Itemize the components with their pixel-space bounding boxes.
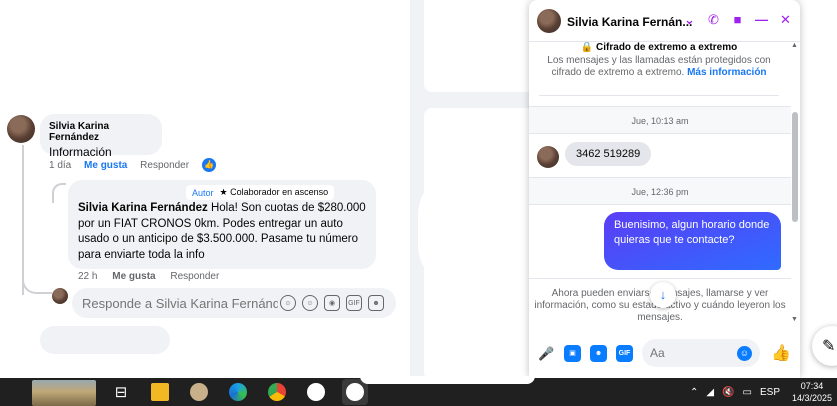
camera-icon[interactable]: ◉ xyxy=(324,295,340,311)
collaborator-badge: ★ Colaborador en ascenso xyxy=(220,187,329,198)
close-icon[interactable]: ✕ xyxy=(777,11,794,28)
message-input-box[interactable]: ☺ xyxy=(642,339,760,367)
comment-bubble: Silvia Karina Fernández Información xyxy=(40,114,162,159)
collaborator-label: Colaborador en ascenso xyxy=(230,187,329,197)
system-tray: ⌃ ◢ 🔇 ▭ ESP xyxy=(690,378,780,406)
video-call-icon[interactable]: ■ xyxy=(729,11,746,28)
gif-icon[interactable]: GIF xyxy=(346,295,362,311)
chat-window: Silvia Karina Fernán... ⌄ ✆ ■ — ✕ 🔒 Cifr… xyxy=(529,0,800,378)
timestamp-divider: Jue, 10:13 am xyxy=(529,106,791,134)
reply-author[interactable]: Silvia Karina Fernández xyxy=(78,202,208,214)
language-indicator[interactable]: ESP xyxy=(760,387,780,398)
clock-date: 14/3/2025 xyxy=(792,393,833,403)
new-message-icon[interactable]: ✎ xyxy=(812,326,837,366)
comment-text: Información xyxy=(49,145,112,159)
chat-header: Silvia Karina Fernán... ⌄ ✆ ■ — ✕ xyxy=(529,0,800,42)
gif-icon[interactable]: GIF xyxy=(616,344,633,362)
reply-input[interactable] xyxy=(82,295,278,311)
user-avatar xyxy=(52,288,68,304)
comment-actions: 1 día Me gusta Responder xyxy=(49,160,199,171)
clock-time: 07:34 xyxy=(800,381,824,391)
volume-icon[interactable]: 🔇 xyxy=(722,387,734,398)
star-icon: ★ xyxy=(219,187,228,197)
clock[interactable]: 07:34 14/3/2025 xyxy=(792,380,832,404)
timestamp-divider: Jue, 12:36 pm xyxy=(529,177,791,205)
reply-input-box[interactable]: ☺ ☺ ◉ GIF ☻ xyxy=(72,288,396,318)
sticker-icon[interactable]: ☻ xyxy=(368,295,384,311)
comment-bubble xyxy=(40,326,170,354)
avatar-sticker-icon[interactable]: ☺ xyxy=(280,295,296,311)
encryption-notice: 🔒 Cifrado de extremo a extremo Los mensa… xyxy=(539,42,779,96)
emoji-icon[interactable]: ☺ xyxy=(302,295,318,311)
message-input[interactable] xyxy=(650,346,734,360)
chat-composer: 🎤 ▣ ☻ GIF ☺ 👍 xyxy=(529,335,800,371)
like-reaction-icon[interactable]: 👍 xyxy=(202,158,216,172)
network-icon[interactable]: ◢ xyxy=(706,387,714,398)
commenter-avatar[interactable] xyxy=(7,115,35,143)
app-icon[interactable] xyxy=(303,379,329,405)
image-icon[interactable]: ▣ xyxy=(564,344,581,362)
author-badge: Autor xyxy=(192,187,214,198)
like-button[interactable]: Me gusta xyxy=(84,160,127,171)
paint-icon[interactable] xyxy=(186,379,212,405)
outgoing-message[interactable]: Buenisimo, algun horario donde quieras q… xyxy=(604,212,781,270)
reply-text: Silvia Karina Fernández Hola! Son cuotas… xyxy=(78,201,368,263)
reply-button[interactable]: Responder xyxy=(170,271,219,282)
chat-messages[interactable]: 🔒 Cifrado de extremo a extremo Los mensa… xyxy=(529,42,800,329)
feed-card xyxy=(424,0,534,92)
phone-icon[interactable]: ✆ xyxy=(705,11,722,28)
chevron-up-icon[interactable]: ⌃ xyxy=(690,387,698,398)
edge-icon[interactable] xyxy=(225,379,251,405)
scroll-down-icon[interactable]: ↓ xyxy=(650,282,676,308)
redaction-blot xyxy=(418,170,508,290)
reply-connector xyxy=(52,183,66,203)
reply-button[interactable]: Responder xyxy=(140,160,189,171)
lock-icon: 🔒 xyxy=(580,42,594,53)
contact-name[interactable]: Silvia Karina Fernán... xyxy=(567,15,692,29)
comment-time[interactable]: 1 día xyxy=(49,160,71,171)
chevron-down-icon[interactable]: ⌄ xyxy=(681,11,698,28)
task-view-icon[interactable]: ⊟ xyxy=(108,379,134,405)
minimize-icon[interactable]: — xyxy=(753,11,770,28)
microphone-icon[interactable]: 🎤 xyxy=(538,345,555,362)
more-info-link[interactable]: Más información xyxy=(687,67,766,78)
scroll-down-arrow[interactable]: ▼ xyxy=(791,316,798,323)
contact-avatar[interactable] xyxy=(537,146,559,168)
chrome-icon[interactable] xyxy=(264,379,290,405)
reply-actions: 22 h Me gusta Responder xyxy=(78,271,231,282)
battery-icon[interactable]: ▭ xyxy=(743,387,752,398)
encryption-title: Cifrado de extremo a extremo xyxy=(596,42,738,53)
thread-connector xyxy=(22,266,52,294)
scrollbar-thumb[interactable] xyxy=(792,112,798,222)
scrollbar[interactable]: ▲ ▼ xyxy=(791,42,798,327)
reply-time[interactable]: 22 h xyxy=(78,271,97,282)
contact-avatar[interactable] xyxy=(537,9,561,33)
thumbs-up-icon[interactable]: 👍 xyxy=(771,343,791,363)
author-badges: Autor ★ Colaborador en ascenso xyxy=(186,185,335,200)
scroll-up-arrow[interactable]: ▲ xyxy=(791,42,798,49)
emoji-icon[interactable]: ☺ xyxy=(737,345,752,361)
file-explorer-icon[interactable] xyxy=(147,379,173,405)
redaction-blot xyxy=(360,376,535,384)
like-button[interactable]: Me gusta xyxy=(112,271,155,282)
sticker-icon[interactable]: ☻ xyxy=(590,344,607,362)
weather-widget-icon[interactable] xyxy=(32,380,96,406)
incoming-message[interactable]: 3462 519289 xyxy=(565,142,652,166)
comment-author[interactable]: Silvia Karina Fernández xyxy=(49,121,153,143)
